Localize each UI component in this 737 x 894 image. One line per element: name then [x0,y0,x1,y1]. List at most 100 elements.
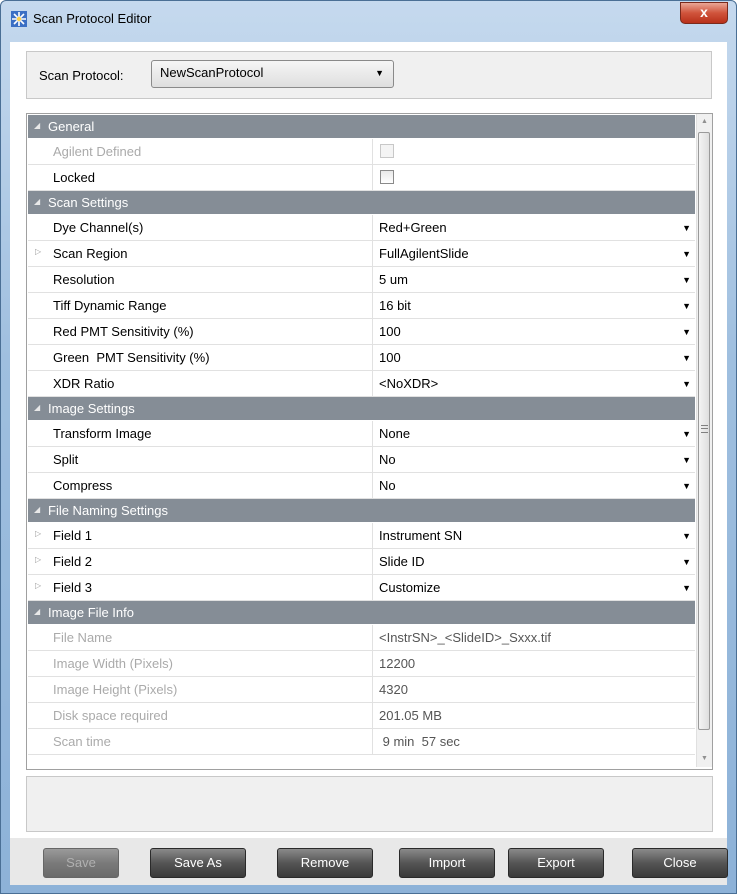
expand-triangle-icon[interactable]: ▷ [35,529,41,538]
field-1-dropdown[interactable]: Instrument SN ▼ [372,523,696,548]
property-label: Image Width (Pixels) [53,656,173,671]
field-3-dropdown[interactable]: Customize ▼ [372,575,696,600]
save-as-button[interactable]: Save As [150,848,246,878]
property-label: Field 1 [53,528,93,543]
dropdown-arrow-icon: ▼ [682,327,691,337]
scroll-down-arrow-icon[interactable]: ▼ [697,751,712,767]
property-row-locked: Locked [28,165,695,191]
property-label: Compress [53,478,113,493]
property-value: 16 bit [379,298,411,313]
property-value-cell: 4320 [372,677,696,702]
collapse-triangle-icon: ◢ [34,607,41,616]
expand-triangle-icon[interactable]: ▷ [35,581,41,590]
grip-icon [701,425,708,433]
property-row-compress: Compress No ▼ [28,473,695,499]
property-label: Split [53,452,79,467]
scroll-up-arrow-icon[interactable]: ▲ [697,114,712,130]
section-image-settings[interactable]: ◢ Image Settings [28,397,695,421]
section-title: General [48,119,95,134]
property-value: <InstrSN>_<SlideID>_Sxxx.tif [379,630,551,645]
property-row-tiff-dynamic-range: Tiff Dynamic Range 16 bit ▼ [28,293,695,319]
property-row-image-width: Image Width (Pixels) 12200 [28,651,695,677]
dropdown-arrow-icon: ▼ [682,481,691,491]
field-2-dropdown[interactable]: Slide ID ▼ [372,549,696,574]
property-label: Green PMT Sensitivity (%) [53,350,210,365]
dropdown-arrow-icon: ▼ [682,275,691,285]
dropdown-arrow-icon: ▼ [682,223,691,233]
save-button[interactable]: Save [43,848,119,878]
property-value: 201.05 MB [379,708,442,723]
property-row-disk-space: Disk space required 201.05 MB [28,703,695,729]
property-row-scan-time: Scan time 9 min 57 sec [28,729,695,755]
property-value-cell: 201.05 MB [372,703,696,728]
property-row-file-name: File Name <InstrSN>_<SlideID>_Sxxx.tif [28,625,695,651]
property-label: Scan time [53,734,111,749]
export-button[interactable]: Export [508,848,604,878]
dropdown-arrow-icon: ▼ [682,249,691,259]
remove-button[interactable]: Remove [277,848,373,878]
collapse-triangle-icon: ◢ [34,403,41,412]
dropdown-arrow-icon: ▼ [682,301,691,311]
property-value-cell: 9 min 57 sec [372,729,696,754]
locked-checkbox[interactable] [380,170,394,184]
protocol-label: Scan Protocol: [39,68,124,83]
tiff-dynamic-range-dropdown[interactable]: 16 bit ▼ [372,293,696,318]
property-row-field-3: ▷ Field 3 Customize ▼ [28,575,695,601]
property-label: Dye Channel(s) [53,220,144,235]
expand-triangle-icon[interactable]: ▷ [35,247,41,256]
property-value: 100 [379,350,401,365]
dropdown-arrow-icon: ▼ [375,68,384,78]
transform-image-dropdown[interactable]: None ▼ [372,421,696,446]
property-label: Transform Image [53,426,152,441]
compress-dropdown[interactable]: No ▼ [372,473,696,498]
dye-channel-dropdown[interactable]: Red+Green ▼ [372,215,696,240]
green-pmt-dropdown[interactable]: 100 ▼ [372,345,696,370]
window-title: Scan Protocol Editor [33,11,152,26]
resolution-dropdown[interactable]: 5 um ▼ [372,267,696,292]
section-image-file-info[interactable]: ◢ Image File Info [28,601,695,625]
red-pmt-dropdown[interactable]: 100 ▼ [372,319,696,344]
title-bar: Scan Protocol Editor x [1,1,736,35]
vertical-scrollbar[interactable]: ▲ ▼ [696,114,712,767]
property-value: Red+Green [379,220,447,235]
section-title: Image Settings [48,401,135,416]
section-general[interactable]: ◢ General [28,115,695,139]
property-value: 5 um [379,272,408,287]
property-value: Customize [379,580,441,595]
import-button[interactable]: Import [399,848,495,878]
property-value: 9 min 57 sec [379,734,460,749]
split-dropdown[interactable]: No ▼ [372,447,696,472]
scan-region-dropdown[interactable]: FullAgilentSlide ▼ [372,241,696,266]
protocol-selector-bar: Scan Protocol: NewScanProtocol ▼ [26,51,712,99]
close-window-button[interactable]: x [680,2,728,24]
scrollbar-thumb[interactable] [698,132,710,730]
property-row-image-height: Image Height (Pixels) 4320 [28,677,695,703]
section-scan-settings[interactable]: ◢ Scan Settings [28,191,695,215]
collapse-triangle-icon: ◢ [34,505,41,514]
property-value: Slide ID [379,554,425,569]
dropdown-arrow-icon: ▼ [682,379,691,389]
property-value-cell: <InstrSN>_<SlideID>_Sxxx.tif [372,625,696,650]
section-file-naming-settings[interactable]: ◢ File Naming Settings [28,499,695,523]
dropdown-arrow-icon: ▼ [682,583,691,593]
dropdown-arrow-icon: ▼ [682,353,691,363]
collapse-triangle-icon: ◢ [34,197,41,206]
description-panel [26,776,713,832]
property-label: Scan Region [53,246,128,261]
dropdown-arrow-icon: ▼ [682,557,691,567]
protocol-dropdown[interactable]: NewScanProtocol ▼ [151,60,394,88]
property-value-cell: 12200 [372,651,696,676]
expand-triangle-icon[interactable]: ▷ [35,555,41,564]
property-value [372,165,696,190]
property-value: 100 [379,324,401,339]
property-value: None [379,426,411,441]
xdr-ratio-dropdown[interactable]: <NoXDR> ▼ [372,371,696,396]
property-label: Disk space required [53,708,168,723]
property-row-xdr-ratio: XDR Ratio <NoXDR> ▼ [28,371,695,397]
property-label: Image Height (Pixels) [53,682,178,697]
property-row-field-2: ▷ Field 2 Slide ID ▼ [28,549,695,575]
close-button[interactable]: Close [632,848,728,878]
property-value: <NoXDR> [379,376,439,391]
collapse-triangle-icon: ◢ [34,121,41,130]
property-value: 12200 [379,656,416,671]
